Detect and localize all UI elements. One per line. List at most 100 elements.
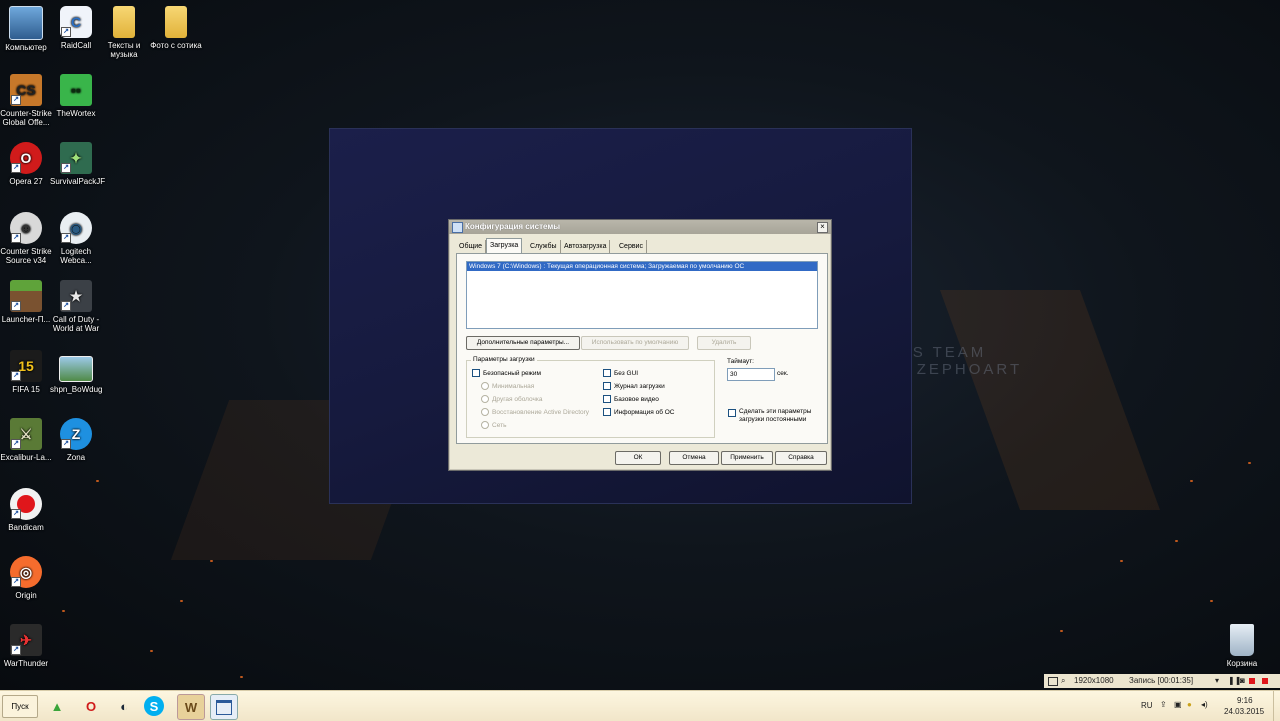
desktop-icon-csgo[interactable]: CS ↗ Counter-Strike Global Offe... bbox=[0, 74, 52, 127]
stop-icon[interactable] bbox=[1262, 678, 1268, 684]
desktop-icon-logitech[interactable]: ◉ ↗ Logitech Webca... bbox=[50, 212, 102, 265]
base-video-checkbox[interactable]: Базовое видео bbox=[603, 395, 659, 404]
record-icon[interactable] bbox=[1249, 678, 1255, 684]
desktop-icon-computer[interactable]: Компьютер bbox=[0, 6, 52, 52]
icon-label: FIFA 15 bbox=[12, 385, 40, 394]
advanced-options-button[interactable]: Дополнительные параметры... bbox=[466, 336, 580, 350]
icon-label: SurvivalPackJF bbox=[50, 177, 106, 186]
make-permanent-checkbox[interactable]: Сделать эти параметры загрузки постоянны… bbox=[728, 408, 824, 424]
icon-label: shpn_BoWdug bbox=[50, 385, 103, 394]
desktop-icon-recycle-bin[interactable]: Корзина bbox=[1216, 624, 1268, 668]
spark bbox=[1190, 480, 1193, 482]
wow-icon: W bbox=[184, 699, 198, 715]
icon-label: Counter Strike Source v34 bbox=[0, 247, 52, 265]
os-list-item[interactable]: Windows 7 (C:\Windows) : Текущая операци… bbox=[467, 262, 817, 271]
desktop-icon-bandicam[interactable]: ↗ Bandicam bbox=[0, 488, 52, 532]
desktop-icon-texts-music[interactable]: Тексты и музыка bbox=[98, 6, 150, 59]
window-icon bbox=[216, 699, 232, 715]
start-button[interactable]: Пуск bbox=[2, 695, 38, 718]
opera-icon: O bbox=[85, 698, 97, 714]
desktop: OVE THIS TEAM SIGN BY ZEPHOART Компьютер… bbox=[0, 0, 1280, 690]
desktop-icon-warthunder[interactable]: ✈ ↗ WarThunder bbox=[0, 624, 52, 668]
taskbar-app-android[interactable]: ▲ bbox=[44, 694, 70, 718]
dropdown-icon[interactable]: ▾ bbox=[1215, 674, 1219, 688]
clock-date[interactable]: 24.03.2015 bbox=[1224, 707, 1264, 716]
boot-log-checkbox[interactable]: Журнал загрузки bbox=[603, 382, 665, 391]
tab-services[interactable]: Службы bbox=[527, 240, 561, 253]
desktop-icon-opera[interactable]: O ↗ Opera 27 bbox=[0, 142, 52, 186]
apply-button[interactable]: Применить bbox=[721, 451, 773, 465]
tab-general[interactable]: Общие bbox=[456, 240, 487, 253]
icon-label: Launcher-П... bbox=[1, 315, 51, 324]
icon-label: Logitech Webca... bbox=[60, 247, 92, 265]
icon-label: TheWortex bbox=[56, 109, 96, 118]
checkbox-label: Информация об ОС bbox=[614, 409, 675, 416]
start-label: Пуск bbox=[11, 702, 29, 711]
taskbar-app-steam[interactable]: ◐ bbox=[111, 694, 137, 718]
dialog-titlebar[interactable]: Конфигурация системы × bbox=[449, 220, 831, 234]
taskbar-app-wow[interactable]: W bbox=[177, 694, 205, 720]
desktop-icon-css[interactable]: ☻ ↗ Counter Strike Source v34 bbox=[0, 212, 52, 265]
icon-label: Call of Duty - World at War bbox=[52, 315, 100, 333]
clock-time[interactable]: 9:16 bbox=[1237, 696, 1253, 705]
camera-icon[interactable]: ◙ bbox=[1240, 674, 1245, 688]
desktop-icon-cod[interactable]: ★ ↗ Call of Duty - World at War bbox=[50, 280, 102, 333]
msconfig-icon bbox=[452, 222, 463, 233]
cancel-button[interactable]: Отмена bbox=[669, 451, 719, 465]
recording-status: Запись [00:01:35] bbox=[1129, 676, 1194, 685]
checkbox-box bbox=[603, 408, 611, 417]
desktop-icon-raidcall[interactable]: C ↗ RaidCall bbox=[50, 6, 102, 50]
desktop-icon-shpn[interactable]: shpn_BoWdug bbox=[50, 350, 102, 394]
taskbar-app-skype[interactable]: S bbox=[144, 696, 164, 716]
desktop-icon-thewortex[interactable]: ▪▪ TheWortex bbox=[50, 74, 102, 118]
icon-label: WarThunder bbox=[3, 659, 49, 668]
spark bbox=[1248, 462, 1251, 464]
show-desktop-button[interactable] bbox=[1273, 691, 1280, 721]
taskbar-app-window[interactable] bbox=[210, 694, 238, 720]
ad-repair-radio[interactable]: Восстановление Active Directory bbox=[481, 408, 589, 417]
desktop-icon-survivalpack[interactable]: ✦ ↗ SurvivalPackJF bbox=[50, 142, 106, 186]
radio-circle bbox=[481, 408, 489, 417]
no-gui-checkbox[interactable]: Без GUI bbox=[603, 369, 638, 378]
timeout-input[interactable]: 30 bbox=[727, 368, 775, 381]
safe-mode-checkbox[interactable]: Безопасный режим bbox=[472, 369, 541, 378]
help-button[interactable]: Справка bbox=[775, 451, 827, 465]
network-radio[interactable]: Сеть bbox=[481, 421, 506, 430]
image-icon bbox=[59, 356, 93, 382]
desktop-icon-zona[interactable]: Z ↗ Zona bbox=[50, 418, 102, 462]
tray-icon[interactable]: ● bbox=[1187, 700, 1192, 709]
boot-options-group: Параметры загрузки Безопасный режим Мини… bbox=[466, 356, 715, 438]
ok-button[interactable]: ОК bbox=[615, 451, 661, 465]
desktop-icon-photos[interactable]: Фото с сотика bbox=[150, 6, 202, 50]
desktop-icon-launcher[interactable]: ↗ Launcher-П... bbox=[0, 280, 52, 324]
close-button[interactable]: × bbox=[817, 222, 828, 233]
screen-icon[interactable] bbox=[1048, 677, 1058, 686]
icon-label: Корзина bbox=[1226, 659, 1258, 668]
icon-label: Origin bbox=[15, 591, 37, 600]
tab-boot[interactable]: Загрузка bbox=[486, 238, 523, 254]
tray-icon[interactable]: ⇪ bbox=[1160, 700, 1167, 709]
spark bbox=[1120, 560, 1123, 562]
language-indicator[interactable]: RU bbox=[1141, 701, 1153, 710]
volume-icon[interactable]: ◂) bbox=[1201, 700, 1208, 709]
alt-shell-radio[interactable]: Другая оболочка bbox=[481, 395, 543, 404]
zona-icon: Z ↗ bbox=[60, 418, 92, 450]
taskbar-app-opera[interactable]: O bbox=[78, 694, 104, 718]
origin-icon: ◎ ↗ bbox=[10, 556, 42, 588]
minimal-radio[interactable]: Минимальная bbox=[481, 382, 534, 391]
os-list[interactable]: Windows 7 (C:\Windows) : Текущая операци… bbox=[466, 261, 818, 329]
radio-label: Сеть bbox=[492, 422, 507, 429]
tab-startup[interactable]: Автозагрузка bbox=[561, 240, 611, 253]
desktop-icon-fifa[interactable]: 15 ↗ FIFA 15 bbox=[0, 350, 52, 394]
desktop-icon-excalibur[interactable]: ⚔ ↗ Excalibur-La... bbox=[0, 418, 52, 462]
desktop-icon-origin[interactable]: ◎ ↗ Origin bbox=[0, 556, 52, 600]
tray-icon[interactable]: ▣ bbox=[1174, 700, 1182, 709]
tab-tools[interactable]: Сервис bbox=[616, 240, 647, 253]
search-icon[interactable]: ⌕ bbox=[1061, 674, 1065, 688]
computer-icon bbox=[9, 6, 43, 40]
spark bbox=[210, 560, 213, 562]
set-default-button[interactable]: Использовать по умолчанию bbox=[581, 336, 689, 350]
spark bbox=[96, 480, 99, 482]
os-info-checkbox[interactable]: Информация об ОС bbox=[603, 408, 675, 417]
delete-button[interactable]: Удалить bbox=[697, 336, 751, 350]
